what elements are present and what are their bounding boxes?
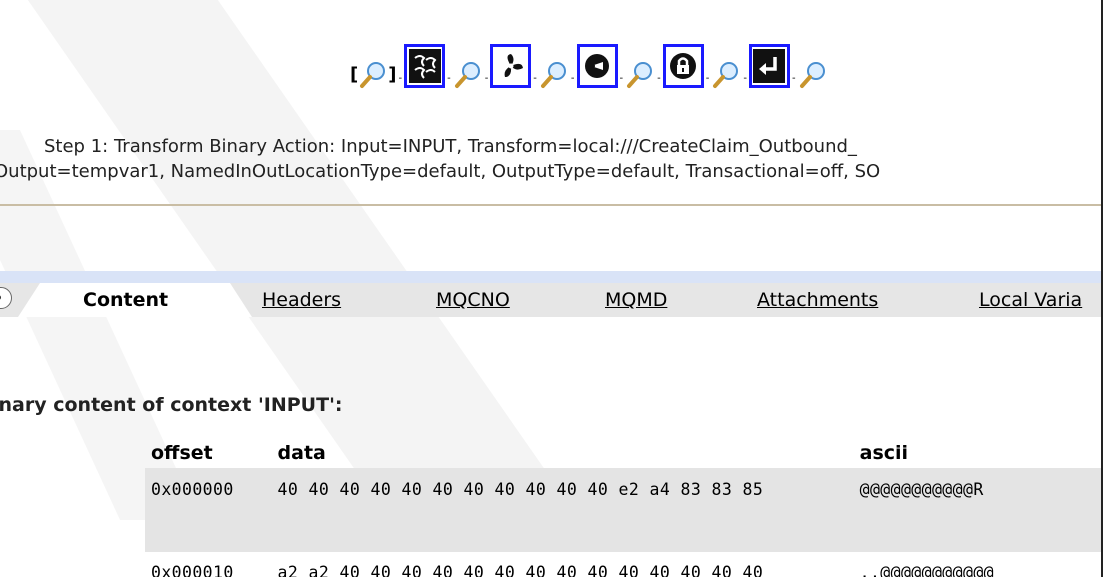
- data-cell: 40 40 40 40 40 40 40 40 40 40 40 e2 a4 8…: [271, 468, 854, 552]
- tab-bar: Content Headers MQCNO MQMD Attachments L…: [0, 271, 1101, 317]
- data-cell: a2 a2 40 40 40 40 40 40 40 40 40 40 40 4…: [271, 552, 854, 577]
- magnifier-icon[interactable]: [711, 60, 741, 90]
- magnifier-icon[interactable]: [453, 60, 483, 90]
- tab-mqcno[interactable]: MQCNO: [436, 287, 510, 313]
- bracket-close: ]: [388, 64, 397, 85]
- offset-cell: 0x000010: [145, 552, 272, 577]
- table-header-row: offset data ascii: [145, 438, 1101, 468]
- lock-icon: [667, 49, 700, 83]
- step-description: Step 1: Transform Binary Action: Input=I…: [0, 134, 1101, 184]
- column-header-offset: offset: [151, 442, 213, 464]
- tab-content[interactable]: Content: [83, 287, 168, 313]
- tab-headers[interactable]: Headers: [262, 287, 341, 313]
- tab-mqmd[interactable]: MQMD: [605, 287, 667, 313]
- route-action[interactable]: [576, 44, 618, 88]
- separator: [0, 204, 1101, 206]
- ascii-cell: ..@@@@@@@@@@@: [853, 552, 1101, 577]
- fan-action[interactable]: [490, 44, 532, 88]
- return-action[interactable]: [748, 44, 790, 88]
- table-row: 0x000000 40 40 40 40 40 40 40 40 40 40 4…: [145, 468, 1101, 552]
- fan-icon: [494, 49, 527, 83]
- magnifier-icon[interactable]: [625, 60, 655, 90]
- lock-action[interactable]: [662, 44, 704, 88]
- bracket-open: [: [350, 64, 359, 85]
- magnifier-icon[interactable]: [358, 60, 388, 90]
- table-row: 0x000010 a2 a2 40 40 40 40 40 40 40 40 4…: [145, 552, 1101, 577]
- route-icon: [581, 49, 614, 83]
- binary-content-table: offset data ascii 0x000000 40 40 40 40 4…: [145, 438, 1101, 577]
- column-header-ascii: ascii: [859, 442, 909, 464]
- transform-binary-icon: [408, 49, 441, 83]
- return-arrow-icon: [753, 49, 786, 83]
- step-line-1: Step 1: Transform Binary Action: Input=I…: [44, 136, 857, 157]
- tab-attachments[interactable]: Attachments: [757, 287, 878, 313]
- column-header-data: data: [277, 442, 326, 464]
- step-line-2: Output=tempvar1, NamedInOutLocationType=…: [0, 161, 881, 182]
- magnifier-icon[interactable]: [798, 60, 828, 90]
- ascii-cell: @@@@@@@@@@@R: [853, 468, 1101, 552]
- section-title: inary content of context 'INPUT':: [0, 394, 343, 416]
- magnifier-icon[interactable]: [539, 60, 569, 90]
- content-frame: [ ] - - - - - - - - - - Step 1: Transfor…: [0, 0, 1103, 577]
- tab-local-variables[interactable]: Local Varia: [979, 287, 1082, 313]
- offset-cell: 0x000000: [145, 468, 272, 552]
- transform-binary-action[interactable]: [404, 44, 446, 88]
- processing-toolbar: [ ] - - - - - - - - - -: [350, 36, 828, 90]
